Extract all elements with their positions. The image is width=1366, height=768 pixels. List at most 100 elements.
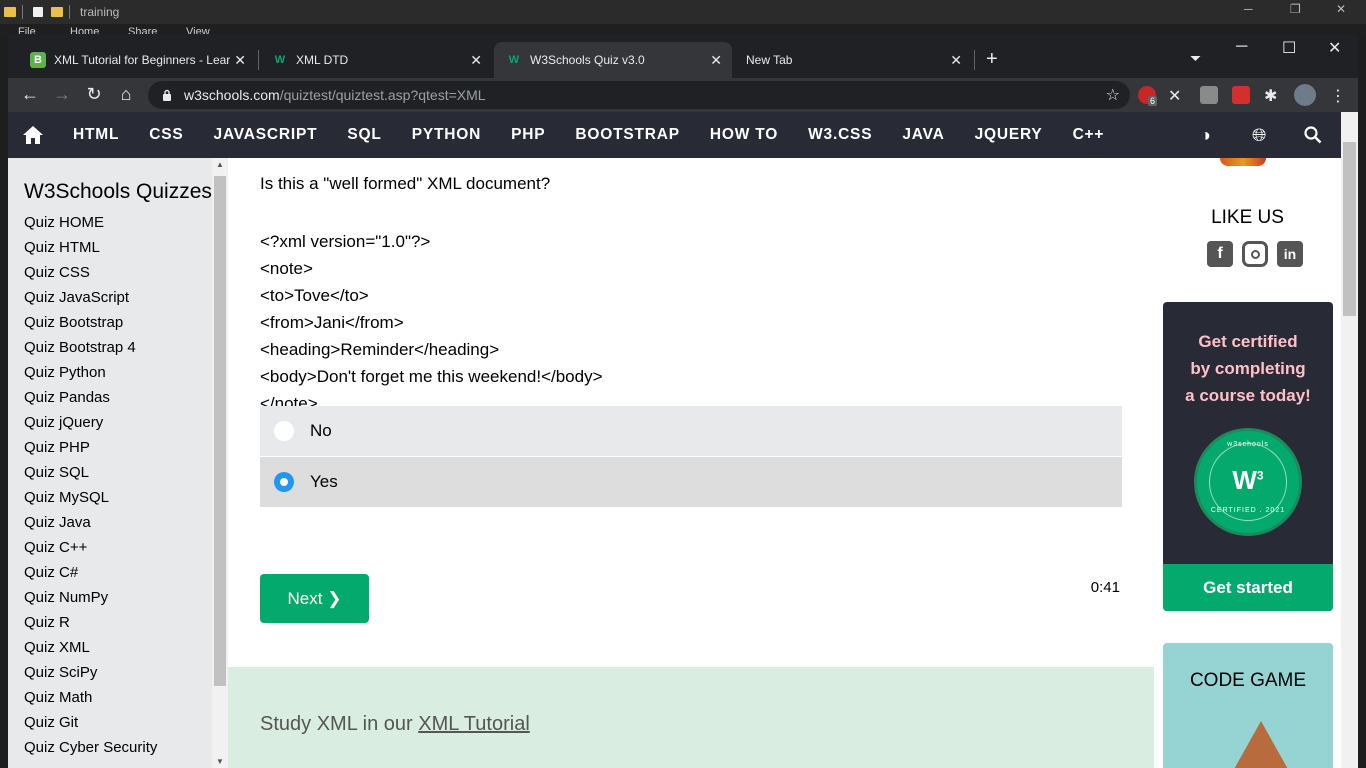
maximize-icon[interactable]: ☐ [1282, 38, 1296, 58]
sidebar-item-quiz-php[interactable]: Quiz PHP [24, 435, 157, 460]
sidebar-item-quiz-cyber-security[interactable]: Quiz Cyber Security [24, 735, 157, 760]
globe-icon[interactable]: 🌐︎ [1252, 125, 1266, 146]
code-line: <to>Tove</to> [260, 286, 369, 305]
sidebar-item-quiz-scipy[interactable]: Quiz SciPy [24, 660, 157, 685]
sidebar-item-quiz-mysql[interactable]: Quiz MySQL [24, 485, 157, 510]
video-extension-icon[interactable] [1232, 86, 1250, 104]
nav-link-php[interactable]: PHP [496, 126, 560, 144]
bookmark-star-icon[interactable]: ☆ [1106, 85, 1120, 105]
scrollbar-thumb[interactable] [1343, 142, 1356, 316]
explorer-titlebar: training ─ ❐ ✕ [0, 0, 1366, 24]
sidebar-item-quiz-html[interactable]: Quiz HTML [24, 235, 157, 260]
code-line: <note> [260, 259, 313, 278]
avatar[interactable] [1294, 84, 1316, 106]
answer-option-no[interactable]: No [260, 406, 1122, 456]
instagram-icon[interactable] [1242, 241, 1268, 267]
sidebar-item-quiz-c[interactable]: Quiz C# [24, 560, 157, 585]
mute-tab-icon[interactable]: ✕ [1168, 86, 1186, 105]
sidebar-item-quiz-math[interactable]: Quiz Math [24, 685, 157, 710]
tab-close-icon[interactable]: ✕ [950, 52, 962, 69]
radio-button[interactable] [274, 421, 294, 441]
get-started-button[interactable]: Get started [1163, 564, 1333, 611]
cert-text: Get certified by completing a course tod… [1185, 332, 1311, 405]
contrast-icon[interactable]: ◑ [1200, 125, 1211, 146]
xml-code-block: <?xml version="1.0"?> <note> <to>Tove</to>… [260, 228, 603, 417]
sidebar-item-quiz-javascript[interactable]: Quiz JavaScript [24, 285, 157, 310]
tab-search-icon[interactable]: ⏷ [1190, 50, 1201, 67]
nav-link-cpp[interactable]: C++ [1058, 126, 1120, 144]
sidebar-item-quiz-git[interactable]: Quiz Git [24, 710, 157, 735]
divider [69, 5, 70, 19]
sidebar-item-quiz-java[interactable]: Quiz Java [24, 510, 157, 535]
next-button[interactable]: Next ❯ [260, 574, 369, 623]
tab-xml-dtd[interactable]: W XML DTD ✕ [260, 42, 492, 78]
radio-button-selected[interactable] [274, 472, 294, 492]
divider [974, 50, 975, 70]
nav-link-sql[interactable]: SQL [332, 126, 396, 144]
nav-link-html[interactable]: HTML [58, 126, 134, 144]
address-bar[interactable]: w3schools.com/quiztest/quiztest.asp?qtes… [148, 81, 1130, 109]
sidebar-scrollbar[interactable]: ▲ ▼ [212, 158, 228, 768]
close-icon[interactable]: ✕ [1336, 2, 1346, 16]
search-icon[interactable] [1304, 126, 1322, 144]
nav-link-bootstrap[interactable]: BOOTSTRAP [560, 126, 695, 144]
xml-tutorial-link[interactable]: XML Tutorial [418, 713, 530, 735]
answer-option-yes[interactable]: Yes [260, 457, 1122, 507]
new-folder-icon[interactable] [51, 7, 63, 17]
tab-label: W3Schools Quiz v3.0 [530, 53, 645, 67]
chrome-window: B XML Tutorial for Beginners - Lear ✕ W … [8, 34, 1358, 768]
sidebar-item-quiz-jquery[interactable]: Quiz jQuery [24, 410, 157, 435]
minimize-icon[interactable]: ─ [1236, 38, 1247, 56]
code-game-ad[interactable]: CODE GAME [1163, 643, 1333, 768]
tab-label: New Tab [746, 53, 793, 67]
page-scrollbar[interactable] [1341, 112, 1358, 768]
home-icon[interactable]: ⌂ [114, 84, 138, 105]
sidebar-item-quiz-r[interactable]: Quiz R [24, 610, 157, 635]
facebook-icon[interactable]: f [1207, 241, 1233, 267]
new-tab-button[interactable]: + [986, 48, 998, 71]
tab-close-icon[interactable]: ✕ [710, 52, 722, 69]
tab-new-tab[interactable]: New Tab ✕ [734, 42, 972, 78]
extensions-puzzle-icon[interactable]: ✱ [1264, 86, 1282, 105]
more-menu-icon[interactable]: ⋮ [1330, 86, 1348, 105]
nav-link-javascript[interactable]: JAVASCRIPT [199, 126, 333, 144]
sidebar-item-quiz-numpy[interactable]: Quiz NumPy [24, 585, 157, 610]
sidebar-item-quiz-bootstrap[interactable]: Quiz Bootstrap [24, 310, 157, 335]
scrollbar-thumb[interactable] [214, 176, 226, 686]
minimize-icon[interactable]: ─ [1244, 2, 1253, 16]
nav-link-python[interactable]: PYTHON [397, 126, 496, 144]
url-text: w3schools.com/quiztest/quiztest.asp?qtes… [184, 87, 486, 103]
home-link[interactable] [8, 112, 58, 158]
back-icon[interactable]: ← [18, 84, 42, 105]
nav-link-jquery[interactable]: JQUERY [960, 126, 1058, 144]
nav-link-w3css[interactable]: W3.CSS [793, 126, 887, 144]
sidebar-item-quiz-python[interactable]: Quiz Python [24, 360, 157, 385]
sidebar-item-quiz-pandas[interactable]: Quiz Pandas [24, 385, 157, 410]
sidebar-item-quiz-xml[interactable]: Quiz XML [24, 635, 157, 660]
tab-xml-tutorial[interactable]: B XML Tutorial for Beginners - Lear ✕ [18, 42, 256, 78]
nav-link-how-to[interactable]: HOW TO [695, 126, 793, 144]
certification-ad[interactable]: Get certified by completing a course tod… [1163, 302, 1333, 611]
sidebar-item-quiz-home[interactable]: Quiz HOME [24, 210, 157, 235]
close-icon[interactable]: ✕ [1328, 38, 1341, 58]
code-line: <body>Don't forget me this weekend!</bod… [260, 367, 603, 386]
restore-icon[interactable]: ❐ [1290, 2, 1301, 16]
sidebar-item-quiz-sql[interactable]: Quiz SQL [24, 460, 157, 485]
extension-icon[interactable] [1200, 86, 1218, 104]
nav-link-css[interactable]: CSS [134, 126, 198, 144]
reload-icon[interactable]: ↻ [82, 84, 106, 105]
scroll-up-icon[interactable]: ▲ [212, 160, 228, 169]
properties-icon[interactable] [33, 7, 43, 17]
tab-label: XML DTD [296, 53, 349, 67]
tab-close-icon[interactable]: ✕ [470, 52, 482, 69]
tab-w3schools-quiz[interactable]: W W3Schools Quiz v3.0 ✕ [494, 42, 732, 78]
tab-strip: B XML Tutorial for Beginners - Lear ✕ W … [8, 34, 1358, 78]
sidebar-item-quiz-css[interactable]: Quiz CSS [24, 260, 157, 285]
nav-link-java[interactable]: JAVA [887, 126, 959, 144]
sidebar-item-quiz-c[interactable]: Quiz C++ [24, 535, 157, 560]
scroll-down-icon[interactable]: ▼ [212, 757, 228, 766]
tab-close-icon[interactable]: ✕ [234, 52, 246, 69]
sidebar-item-quiz-bootstrap-4[interactable]: Quiz Bootstrap 4 [24, 335, 157, 360]
forward-icon[interactable]: → [50, 84, 74, 105]
linkedin-icon[interactable]: in [1277, 241, 1303, 267]
